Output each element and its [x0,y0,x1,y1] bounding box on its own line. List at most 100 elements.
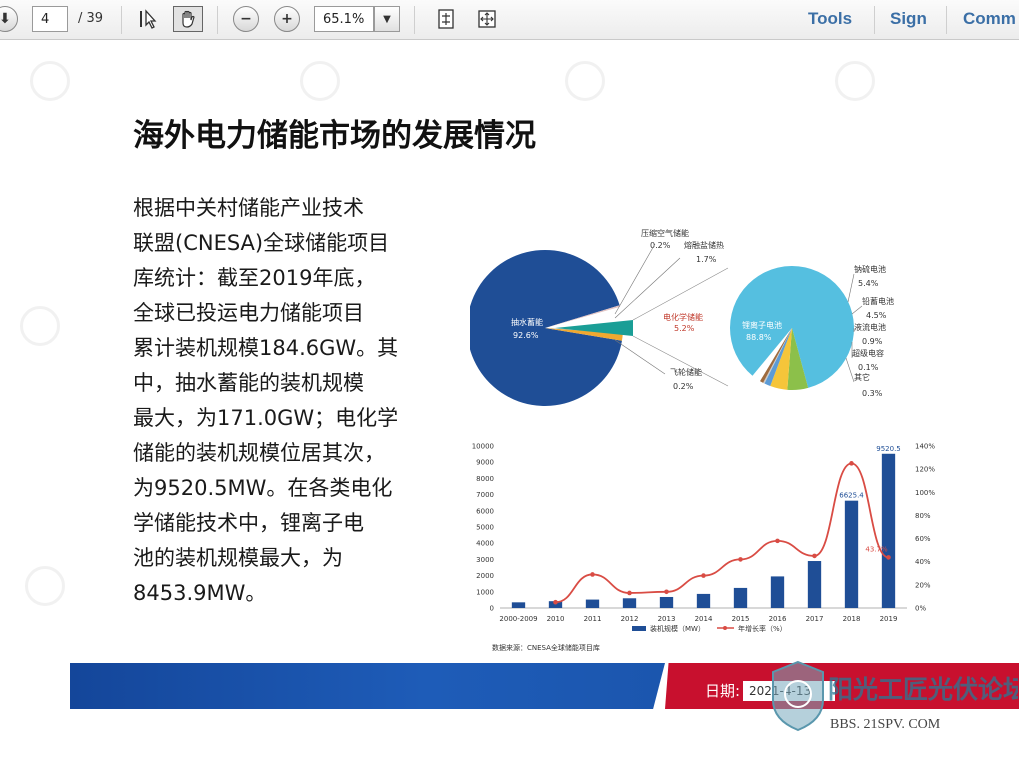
bar-data-label: 9520.5 [876,445,901,453]
slide-title: 海外电力储能市场的发展情况 [133,118,536,154]
bar [770,576,785,608]
y-tick-label: 1000 [476,588,494,596]
body-line: 储能的装机规模位居其次， [133,441,385,465]
bar [585,599,600,608]
pie-value: 92.6% [513,331,539,340]
pie-label: 抽水蓄能 [511,317,543,327]
x-tick-label: 2015 [732,615,750,623]
body-line: 根据中关村储能产业技术 [133,196,364,220]
fit-page-icon[interactable] [433,6,459,32]
pie-value: 88.8% [746,333,772,342]
body-line: 池的装机规模最大，为 [133,546,343,570]
pie-label: 液流电池 [854,322,886,332]
y-tick-label: 2000 [476,572,494,580]
chart-source: 数据来源：CNESA全球储能项目库 [492,643,600,652]
footer-blue-band [70,663,665,709]
page-number-input[interactable]: 4 [32,6,68,32]
zoom-in-icon[interactable]: + [274,6,300,32]
storage-pie-charts: 抽水蓄能 92.6% 电化学储能 5.2% 压缩空气储能 0.2% 熔融盐储热 1.7% 飞轮储… [470,228,894,406]
y-tick-label: 7000 [476,491,494,499]
watermark-icon [20,306,60,346]
body-line: 库统计：截至2019年底， [133,266,376,290]
y2-tick-label: 140% [915,443,935,451]
separator [217,6,218,34]
growth-annotation: 43.7% [865,545,888,553]
brand-url: BBS. 21SPV. COM [830,717,941,732]
pie-label: 其它 [854,372,870,382]
separator [121,6,122,34]
hand-tool-icon[interactable] [173,6,203,32]
pie-leader [614,243,681,375]
y-tick-label: 6000 [476,507,494,515]
pie-label: 熔融盐储热 [684,240,724,250]
legend-swatch [632,626,646,631]
growth-point [664,589,669,595]
pie-label: 超级电容 [852,348,884,358]
body-line: 联盟(CNESA)全球储能项目 [133,231,390,255]
separator [414,6,415,34]
growth-point [627,590,632,596]
x-tick-label: 2016 [769,615,787,623]
y2-tick-label: 40% [915,558,931,566]
pie-label: 钠硫电池 [854,264,886,274]
pie-label: 铅蓄电池 [862,296,894,306]
y2-tick-label: 20% [915,581,931,589]
pie-value: 4.5% [866,311,887,320]
y-tick-label: 0 [490,605,494,613]
full-screen-icon[interactable] [474,6,500,32]
y-tick-label: 4000 [476,540,494,548]
bar [622,598,637,608]
pie-value: 5.2% [674,324,695,333]
x-tick-label: 2000-2009 [499,615,537,623]
growth-point [590,572,595,577]
capacity-bar-chart: 0 1000 2000 3000 4000 5000 6000 7000 8000 9000 100… [472,443,936,653]
body-line: 为9520.5MW。在各类电化 [133,476,393,500]
watermark-icon [25,566,65,606]
sign-link[interactable]: Sign [890,9,927,29]
separator [874,6,875,34]
zoom-out-icon[interactable]: − [233,6,259,32]
pie-value: 0.2% [650,241,671,250]
pdf-toolbar: ⬇ 4 / 39 − + 65.1% ▼ Tools Sign Comm [0,0,1019,40]
growth-line [555,462,889,604]
growth-point [701,573,706,578]
pie-value: 5.4% [858,279,879,288]
zoom-level-input[interactable]: 65.1% [314,6,374,32]
bar [696,593,711,608]
x-tick-label: 2011 [584,615,602,623]
pie-value: 1.7% [696,255,717,264]
bar [733,587,748,608]
slide-body-text: 根据中关村储能产业技术 联盟(CNESA)全球储能项目 库统计：截至2019年底… [133,191,443,611]
growth-point [886,555,891,560]
pie-label: 锂离子电池 [742,320,782,330]
legend-swatch [723,626,727,630]
x-tick-label: 2017 [806,615,824,623]
x-tick-label: 2013 [658,615,676,623]
y2-tick-label: 100% [915,489,935,497]
body-line: 最大，为171.0GW；电化学 [133,406,399,430]
zoom-dropdown-icon[interactable]: ▼ [374,6,400,32]
body-line: 累计装机规模184.6GW。其 [133,336,399,360]
footer-date-label: 日期: [705,682,741,700]
y-tick-label: 3000 [476,556,494,564]
y2-tick-label: 0% [915,605,926,613]
next-page-icon[interactable]: ⬇ [0,6,18,32]
brand-logo: 阳光工匠光伏论坛 BBS. 21SPV. COM [768,650,1019,744]
legend-label: 年增长率（%） [738,624,787,633]
select-tool-icon[interactable] [135,6,161,32]
watermark-icon [30,61,70,101]
x-tick-label: 2019 [880,615,898,623]
pie-value: 0.1% [858,363,879,372]
x-tick-label: 2012 [621,615,639,623]
growth-point [849,461,854,466]
bar [807,561,822,608]
tools-link[interactable]: Tools [808,9,852,29]
bar [659,596,674,608]
bar [844,500,859,608]
comment-link[interactable]: Comm [963,9,1016,29]
y-tick-label: 8000 [476,475,494,483]
bar [881,453,896,608]
growth-point [553,599,558,605]
growth-point [812,553,817,559]
watermark-icon [835,61,875,101]
